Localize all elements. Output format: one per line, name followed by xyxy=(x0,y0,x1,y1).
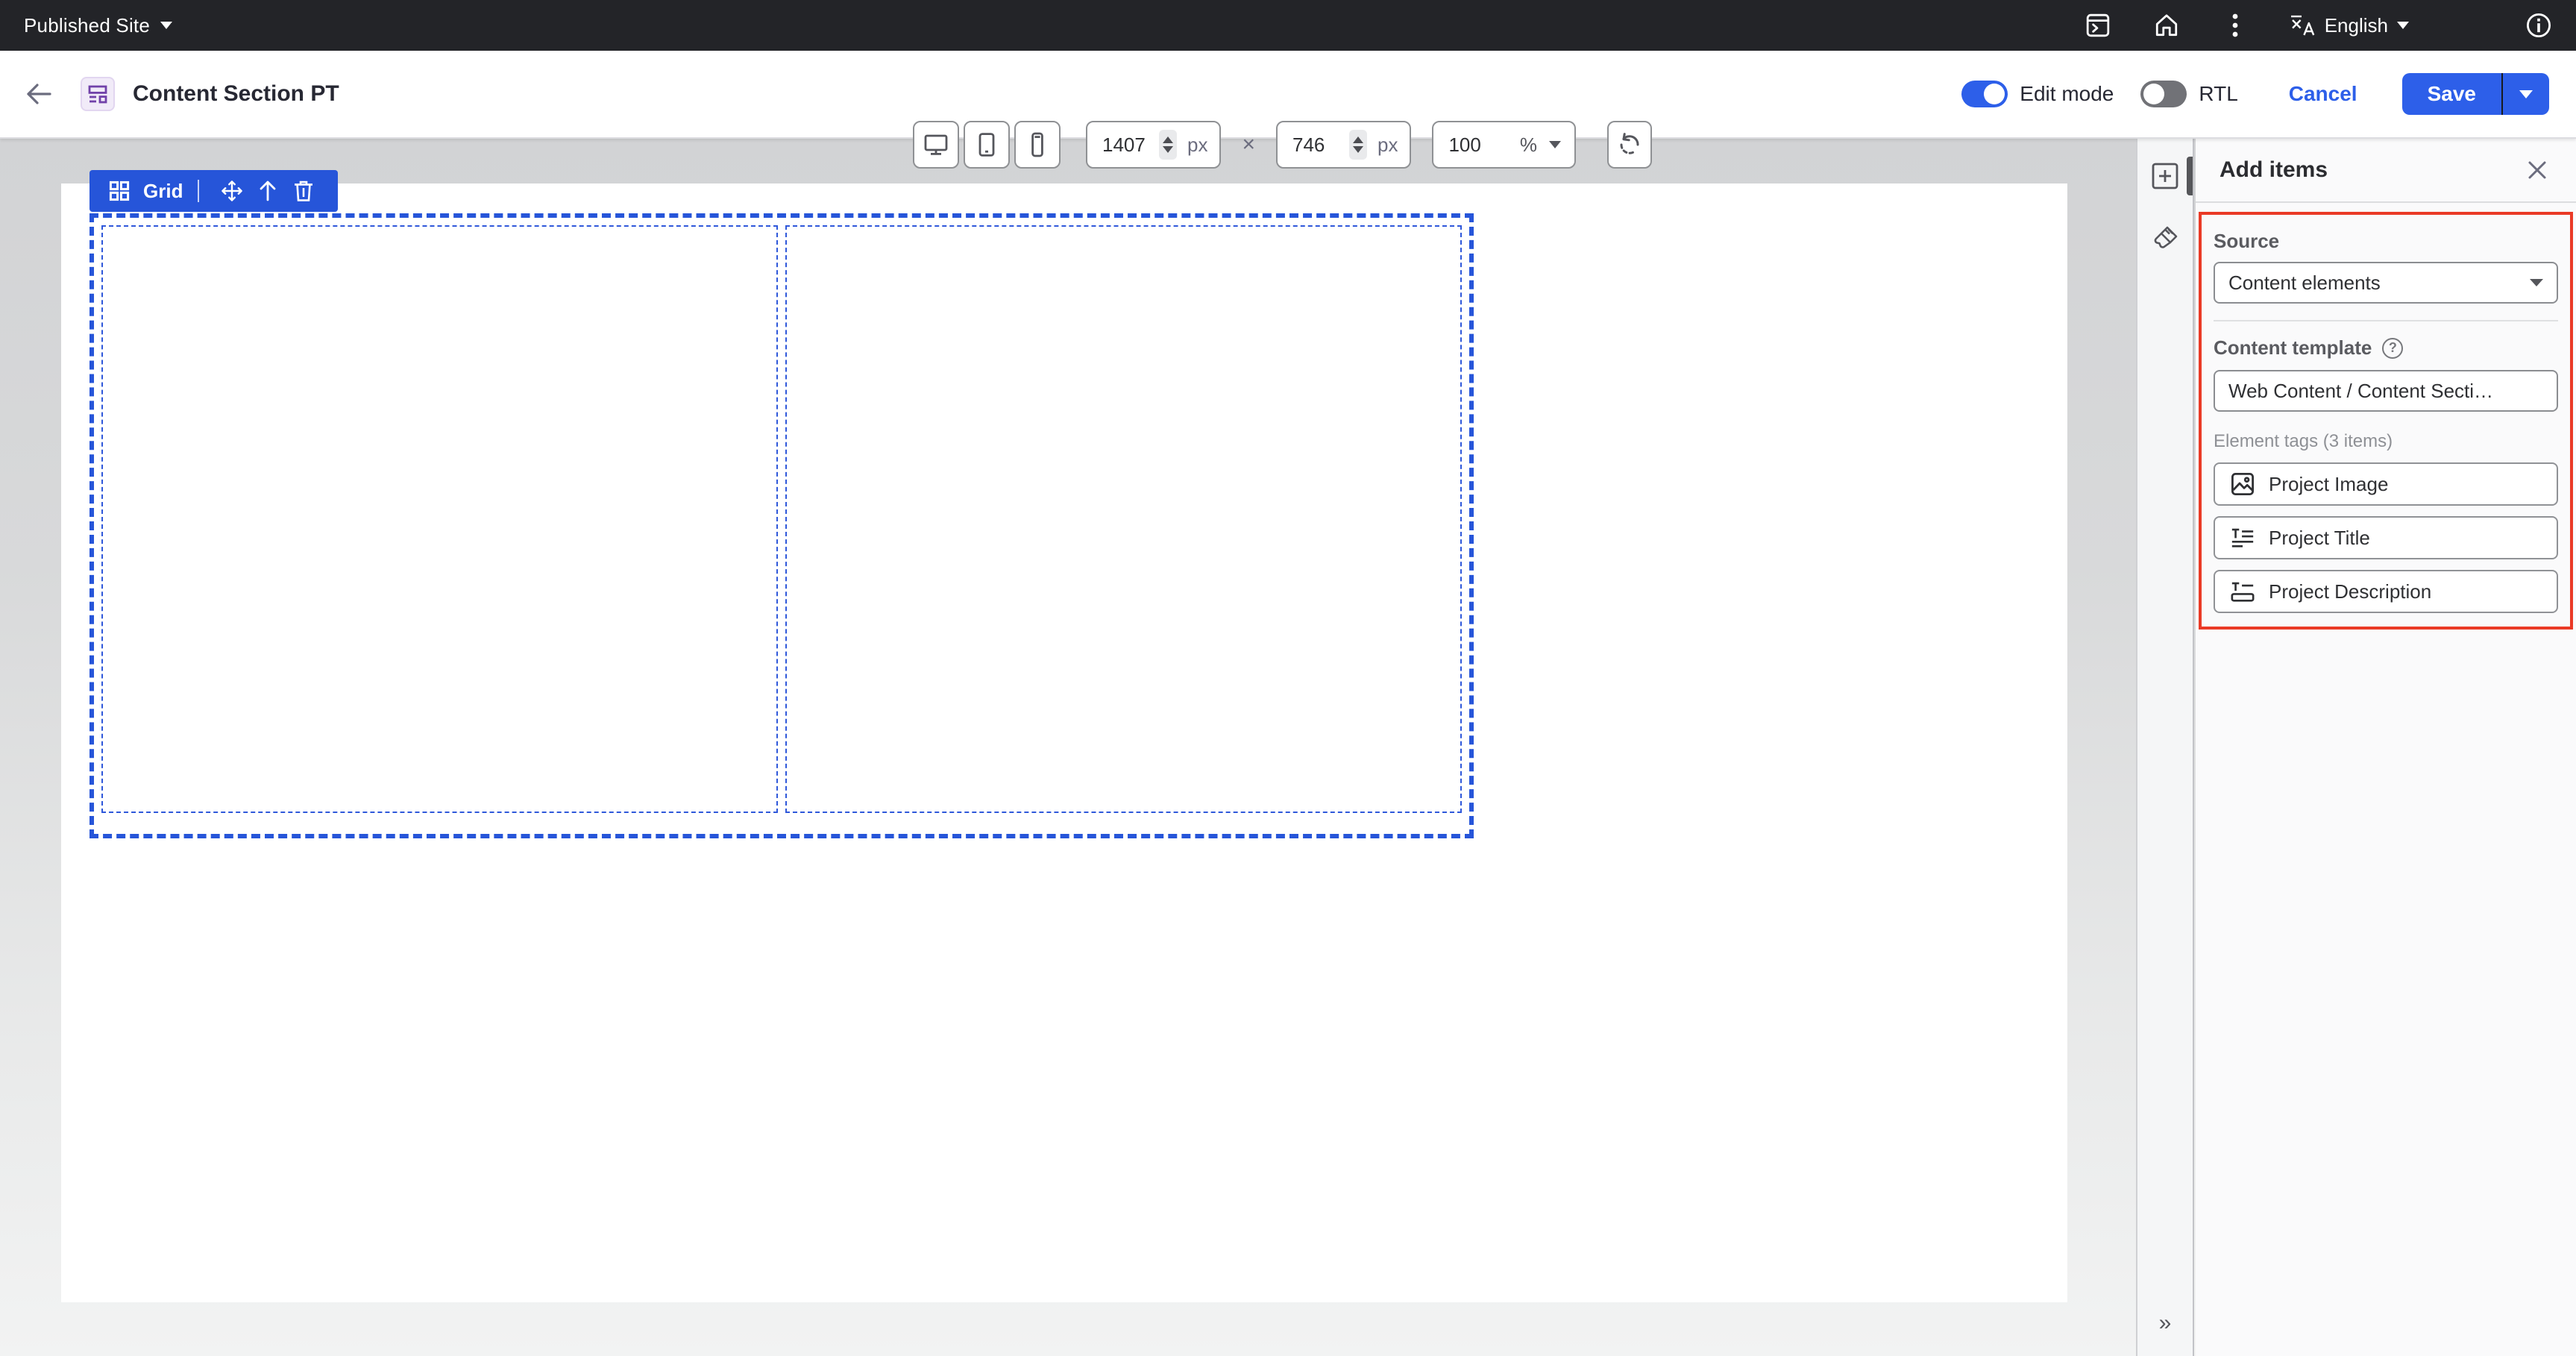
control-menu-bar: Published Site xyxy=(0,0,2576,51)
width-unit: px xyxy=(1187,134,1207,157)
toolbar-left-group: Content Section PT xyxy=(21,51,339,137)
language-label: English xyxy=(2325,14,2388,37)
width-stepper[interactable] xyxy=(1159,130,1177,160)
stepper-up-icon[interactable] xyxy=(1163,136,1173,143)
desktop-preview-button[interactable] xyxy=(913,121,959,169)
viewport-controls: 1407 px × 746 px 100 % xyxy=(913,121,1652,169)
collapse-panel-icon[interactable]: » xyxy=(2147,1305,2183,1341)
height-value[interactable]: 746 xyxy=(1292,134,1343,157)
content-template-label-row: Content template ? xyxy=(2214,336,2558,360)
height-input[interactable]: 746 px xyxy=(1276,121,1411,169)
height-unit: px xyxy=(1377,134,1398,157)
save-button[interactable]: Save xyxy=(2402,73,2501,115)
topbar-actions: English xyxy=(2085,12,2552,39)
toggle-knob xyxy=(1984,84,2005,104)
add-items-tab[interactable] xyxy=(2147,158,2183,194)
add-items-panel: Add items Source Content elements Conten… xyxy=(2196,139,2576,1356)
zoom-value: 100 xyxy=(1448,134,1480,157)
element-tag-project-image[interactable]: Project Image xyxy=(2214,462,2558,506)
selected-grid-element[interactable] xyxy=(89,213,1474,838)
move-handle-icon[interactable] xyxy=(219,178,245,204)
page-template-icon xyxy=(81,77,115,111)
panel-title: Add items xyxy=(2220,157,2328,183)
description-icon xyxy=(2230,579,2255,604)
tablet-preview-button[interactable] xyxy=(964,121,1010,169)
mobile-preview-button[interactable] xyxy=(1014,121,1061,169)
width-input[interactable]: 1407 px xyxy=(1086,121,1221,169)
language-selector[interactable]: English xyxy=(2289,12,2409,39)
content-template-input[interactable]: Web Content / Content Secti… xyxy=(2214,370,2558,412)
toolbar-divider xyxy=(198,180,199,202)
page-template-editor: Published Site xyxy=(0,0,2576,1356)
grid-columns xyxy=(101,225,1462,813)
edit-mode-label: Edit mode xyxy=(2020,82,2114,106)
highlighted-section: Source Content elements Content template… xyxy=(2199,212,2573,630)
source-label: Source xyxy=(2214,230,2558,253)
element-tag-project-description[interactable]: Project Description xyxy=(2214,570,2558,613)
site-selector[interactable]: Published Site xyxy=(24,14,172,37)
chevron-down-icon xyxy=(2530,279,2543,286)
element-tag-project-title[interactable]: Project Title xyxy=(2214,516,2558,559)
element-tag-label: Project Description xyxy=(2269,580,2431,603)
help-icon[interactable]: ? xyxy=(2382,338,2403,359)
page-title: Content Section PT xyxy=(133,81,339,107)
cancel-button[interactable]: Cancel xyxy=(2289,82,2357,106)
toggle-knob xyxy=(2143,84,2164,104)
grid-column-2[interactable] xyxy=(785,225,1462,813)
stepper-down-icon[interactable] xyxy=(1163,146,1173,153)
save-split-button: Save xyxy=(2402,73,2549,115)
content-template-label: Content template xyxy=(2214,336,2372,360)
save-options-button[interactable] xyxy=(2503,73,2549,115)
editor-toolbar: Content Section PT xyxy=(0,51,2576,139)
applications-menu-icon[interactable] xyxy=(2085,12,2111,39)
chevron-down-icon xyxy=(2397,22,2409,29)
element-tag-label: Project Title xyxy=(2269,527,2370,550)
move-up-icon[interactable] xyxy=(254,178,281,204)
home-icon[interactable] xyxy=(2153,12,2180,39)
active-tab-indicator xyxy=(2187,157,2193,195)
title-icon xyxy=(2230,525,2255,550)
element-tag-label: Project Image xyxy=(2269,473,2388,496)
source-selected-value: Content elements xyxy=(2228,271,2381,295)
site-selector-label: Published Site xyxy=(24,14,150,37)
grid-icon xyxy=(106,178,133,204)
width-value[interactable]: 1407 xyxy=(1102,134,1153,157)
stepper-down-icon[interactable] xyxy=(1353,146,1363,153)
rtl-label: RTL xyxy=(2199,82,2237,106)
grid-column-1[interactable] xyxy=(101,225,778,813)
page-design-options-tab[interactable] xyxy=(2147,221,2183,257)
chevron-down-icon xyxy=(2519,90,2533,98)
stepper-up-icon[interactable] xyxy=(1353,136,1363,143)
element-tags-label: Element tags (3 items) xyxy=(2214,431,2558,452)
kebab-menu-icon[interactable] xyxy=(2222,12,2249,39)
panel-header: Add items xyxy=(2196,139,2576,203)
sidebar-icon-strip: » xyxy=(2136,139,2194,1356)
info-icon[interactable] xyxy=(2525,12,2552,39)
image-icon xyxy=(2230,471,2255,497)
height-stepper[interactable] xyxy=(1349,130,1367,160)
translate-icon xyxy=(2289,12,2316,39)
dimension-separator: × xyxy=(1242,132,1255,157)
grid-toolbar-label: Grid xyxy=(143,180,183,203)
close-icon[interactable] xyxy=(2522,155,2552,185)
source-select[interactable]: Content elements xyxy=(2214,262,2558,304)
grid-element-toolbar: Grid xyxy=(89,170,338,212)
edit-mode-toggle[interactable] xyxy=(1961,81,2008,107)
chevron-down-icon xyxy=(1549,141,1561,148)
zoom-select[interactable]: 100 % xyxy=(1432,121,1576,169)
section-divider xyxy=(2214,320,2558,321)
toolbar-right-group: Edit mode RTL Cancel Save xyxy=(1961,51,2549,137)
editor-workspace: Grid xyxy=(0,139,2576,1356)
zoom-unit: % xyxy=(1520,134,1537,157)
chevron-down-icon xyxy=(160,22,172,29)
back-button[interactable] xyxy=(21,76,57,112)
rotate-viewport-button[interactable] xyxy=(1607,121,1652,169)
rtl-toggle[interactable] xyxy=(2140,81,2187,107)
trash-icon[interactable] xyxy=(290,178,317,204)
